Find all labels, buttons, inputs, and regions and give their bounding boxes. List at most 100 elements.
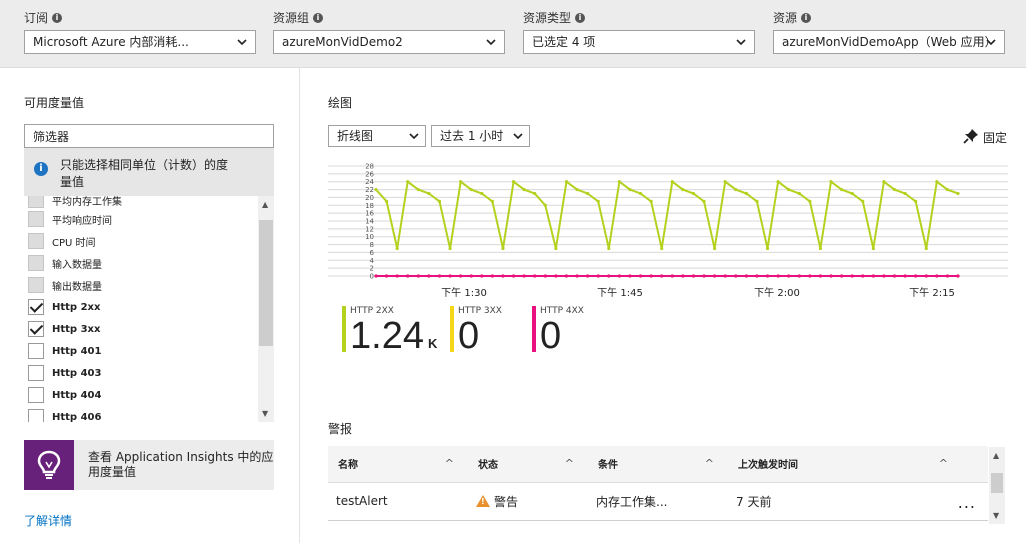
data-point bbox=[638, 274, 643, 278]
data-point bbox=[596, 199, 600, 203]
data-point bbox=[554, 274, 558, 278]
column-header-status[interactable]: 状态 ^ bbox=[468, 446, 588, 483]
data-point bbox=[702, 274, 706, 278]
data-point bbox=[945, 274, 950, 278]
series-line bbox=[375, 179, 959, 249]
metric-checkbox[interactable] bbox=[28, 387, 44, 403]
resource-select[interactable]: azureMonVidDemoApp（Web 应用） bbox=[773, 30, 1005, 54]
sort-icon[interactable]: ^ bbox=[705, 457, 714, 470]
pin-label: 固定 bbox=[982, 131, 1007, 145]
data-point bbox=[511, 274, 516, 278]
metrics-filter-input[interactable] bbox=[24, 124, 274, 148]
metric-item[interactable]: CPU 时间 bbox=[24, 230, 274, 252]
data-point bbox=[416, 274, 420, 278]
metric-label: 平均响应时间 bbox=[52, 215, 112, 227]
metric-tiles: HTTP 2XX 1.24 K HTTP 3XX 0 HTTP 4XX 0 bbox=[342, 306, 640, 358]
app-insights-text: 查看 Application Insights 中的应用度量值 bbox=[88, 450, 274, 479]
tile-unit: K bbox=[427, 336, 438, 351]
scrollbar-thumb[interactable] bbox=[991, 473, 1003, 493]
data-point bbox=[533, 274, 537, 278]
metric-item[interactable]: Http 2xx bbox=[24, 296, 274, 318]
column-header-name[interactable]: 名称 ^ bbox=[328, 446, 468, 483]
data-point bbox=[935, 180, 939, 184]
chevron-down-icon bbox=[237, 38, 247, 46]
metric-item[interactable]: Http 3xx bbox=[24, 318, 274, 340]
data-point bbox=[829, 274, 833, 278]
scrollbar-thumb[interactable] bbox=[259, 220, 273, 346]
line-chart: 0246810121416182022242628下午 1:30 下午 1:45 下… bbox=[328, 163, 1008, 299]
alert-name: testAlert bbox=[328, 482, 468, 521]
data-point bbox=[543, 203, 547, 207]
y-tick-label: 6 bbox=[370, 249, 375, 257]
metric-tile[interactable]: HTTP 4XX 0 bbox=[532, 306, 640, 358]
metric-checkbox[interactable] bbox=[28, 409, 44, 422]
metric-checkbox[interactable] bbox=[28, 343, 44, 359]
resource-group-select[interactable]: azureMonVidDemo2 bbox=[273, 30, 505, 54]
pin-button[interactable]: 固定 bbox=[963, 128, 1007, 147]
metric-checkbox[interactable] bbox=[28, 299, 44, 315]
y-tick-label: 24 bbox=[365, 178, 374, 186]
scroll-down-arrow-icon[interactable]: ▼ bbox=[262, 409, 268, 418]
alert-status: 警告 bbox=[468, 482, 588, 521]
scroll-up-arrow-icon[interactable]: ▲ bbox=[262, 200, 268, 209]
metric-checkbox[interactable] bbox=[28, 196, 44, 208]
more-options-icon[interactable]: ... bbox=[958, 493, 976, 512]
chevron-down-icon bbox=[513, 132, 523, 140]
data-point bbox=[808, 274, 812, 278]
data-point bbox=[755, 274, 759, 278]
data-point bbox=[586, 191, 590, 196]
metric-checkbox[interactable] bbox=[28, 277, 44, 293]
resource-type-select[interactable]: 已选定 4 项 bbox=[523, 30, 755, 54]
data-point bbox=[501, 274, 505, 278]
data-point bbox=[649, 274, 653, 278]
sort-icon[interactable]: ^ bbox=[939, 457, 948, 470]
metric-item[interactable]: 平均内存工作集 bbox=[24, 196, 274, 208]
data-point bbox=[374, 274, 378, 278]
sort-icon[interactable]: ^ bbox=[445, 457, 454, 470]
time-range-select[interactable]: 过去 1 小时 bbox=[431, 125, 530, 147]
metric-checkbox[interactable] bbox=[28, 365, 44, 381]
chevron-down-icon bbox=[486, 38, 496, 46]
alert-status-text: 警告 bbox=[494, 494, 519, 509]
metric-list: 平均内存工作集 平均响应时间 CPU 时间 输入数据量 输出数据量 Http 2… bbox=[24, 196, 274, 422]
metric-checkbox[interactable] bbox=[28, 233, 44, 249]
metric-item[interactable]: 输出数据量 bbox=[24, 274, 274, 296]
metric-item[interactable]: Http 404 bbox=[24, 384, 274, 406]
metric-tile[interactable]: HTTP 3XX 0 bbox=[450, 306, 532, 358]
metric-item[interactable]: Http 403 bbox=[24, 362, 274, 384]
metric-item[interactable]: Http 401 bbox=[24, 340, 274, 362]
metric-checkbox[interactable] bbox=[28, 321, 44, 337]
data-point bbox=[660, 246, 664, 251]
scroll-down-arrow-icon[interactable]: ▼ bbox=[993, 511, 999, 520]
metric-tile[interactable]: HTTP 2XX 1.24 K bbox=[342, 306, 450, 358]
subscription-label: 订阅 bbox=[24, 11, 49, 25]
metric-item[interactable]: Http 406 bbox=[24, 406, 274, 422]
app-insights-link[interactable]: 查看 Application Insights 中的应用度量值 bbox=[24, 440, 274, 490]
data-point bbox=[871, 274, 875, 278]
data-point bbox=[882, 274, 886, 278]
data-point bbox=[395, 274, 399, 278]
metric-item[interactable]: 平均响应时间 bbox=[24, 208, 274, 230]
chart-type-select[interactable]: 折线图 bbox=[328, 125, 426, 147]
tile-color-bar bbox=[342, 306, 346, 352]
metric-item[interactable]: 输入数据量 bbox=[24, 252, 274, 274]
data-point bbox=[681, 187, 685, 192]
info-icon: i bbox=[313, 13, 324, 23]
subscription-select[interactable]: Microsoft Azure 内部消耗... bbox=[24, 30, 256, 54]
table-row[interactable]: testAlert 警告 内存工作集... 7 天前... bbox=[328, 482, 988, 521]
data-point bbox=[670, 180, 674, 184]
sort-icon[interactable]: ^ bbox=[565, 457, 574, 470]
data-point bbox=[448, 274, 452, 278]
metric-checkbox[interactable] bbox=[28, 211, 44, 227]
data-point bbox=[649, 199, 653, 203]
metric-checkbox[interactable] bbox=[28, 255, 44, 271]
y-tick-label: 2 bbox=[370, 265, 374, 273]
metric-list-scrollbar[interactable]: ▲ ▼ bbox=[258, 196, 274, 422]
resource-type-filter: 资源类型 i bbox=[523, 10, 755, 26]
alerts-scrollbar[interactable]: ▲ ▼ bbox=[989, 447, 1005, 524]
column-header-condition[interactable]: 条件 ^ bbox=[588, 446, 728, 483]
data-point bbox=[924, 246, 928, 251]
learn-more-link[interactable]: 了解详情 bbox=[24, 512, 72, 529]
scroll-up-arrow-icon[interactable]: ▲ bbox=[993, 451, 999, 460]
column-header-last-triggered[interactable]: 上次触发时间 ^ bbox=[728, 446, 988, 483]
